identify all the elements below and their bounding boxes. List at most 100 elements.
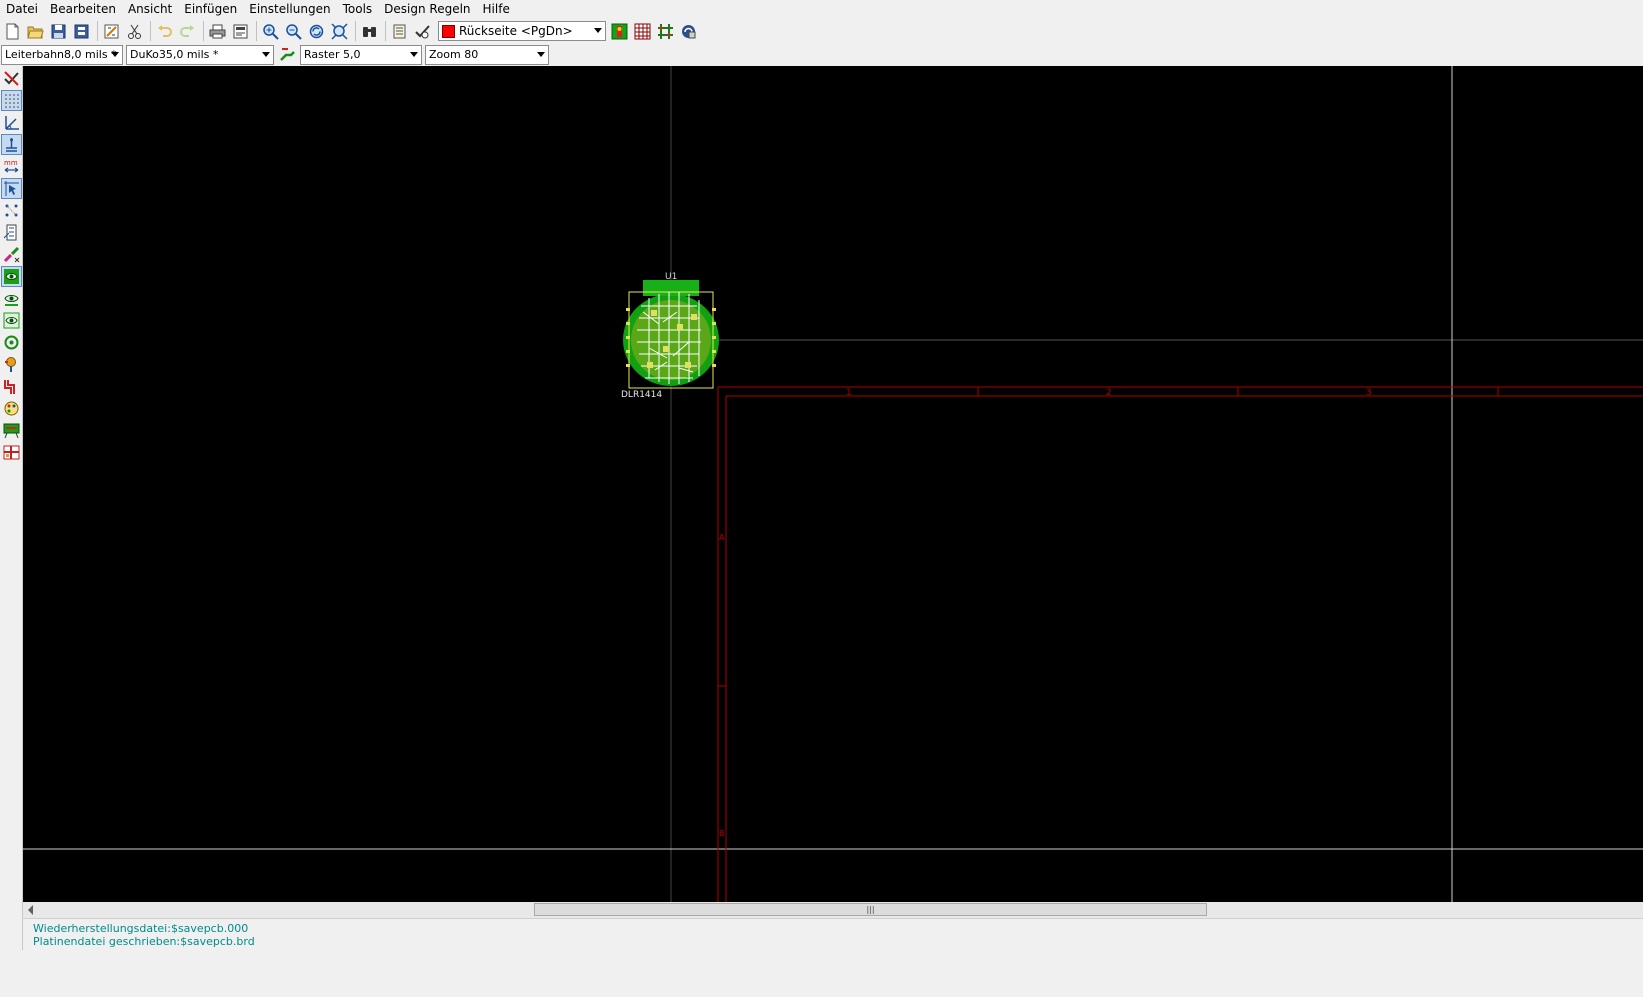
grid-dots-icon	[5, 94, 19, 108]
frame-row-label: B	[719, 829, 725, 838]
footprint-u1[interactable]	[623, 280, 719, 389]
via-sketch-icon	[5, 357, 16, 372]
autoroute-icon	[658, 23, 673, 39]
netlist-grid-icon	[634, 23, 651, 39]
module-ratsnest-icon	[3, 224, 17, 241]
zone-outline-toggle[interactable]	[1, 288, 22, 309]
frame-column-label: 2	[1106, 388, 1112, 398]
frame-row-label: A	[719, 533, 725, 542]
redraw-button[interactable]	[306, 21, 327, 42]
chevron-down-icon	[111, 51, 119, 57]
print-button[interactable]	[207, 21, 228, 42]
track-width-select[interactable]: Leiterbahn8,0 mils *	[1, 44, 123, 65]
chevron-down-icon	[537, 51, 545, 57]
plot-button[interactable]	[230, 21, 251, 42]
auto-delete-track-toggle[interactable]	[1, 244, 22, 265]
drc-off-toggle[interactable]	[1, 68, 22, 89]
save-button[interactable]	[48, 21, 69, 42]
page-settings-button[interactable]	[101, 21, 122, 42]
zoom-out-button[interactable]	[283, 21, 304, 42]
undo-button[interactable]	[154, 21, 175, 42]
component-value[interactable]: DLR1414	[621, 390, 662, 400]
layer-pair-icon	[611, 23, 628, 39]
page-frame	[717, 386, 1643, 902]
units-mm-toggle[interactable]: mm	[1, 156, 22, 177]
high-contrast-toggle[interactable]	[1, 398, 22, 419]
read-netlist-button[interactable]	[632, 21, 653, 42]
via-size-value: DuKo35,0 mils *	[130, 48, 219, 61]
zone-sketch-toggle[interactable]	[1, 310, 22, 331]
script-button[interactable]	[678, 21, 699, 42]
auto-track-width-button[interactable]	[277, 44, 297, 65]
track-width-value: Leiterbahn8,0 mils *	[5, 48, 117, 61]
cursor-arrow-icon	[4, 181, 19, 196]
autoroute-button[interactable]	[655, 21, 676, 42]
zone-display-toggle[interactable]	[1, 266, 22, 287]
via-size-select[interactable]: DuKo35,0 mils *	[126, 44, 274, 65]
polar-coords-toggle[interactable]	[1, 112, 22, 133]
menu-datei[interactable]: Datei	[0, 0, 44, 18]
menu-einstellungen[interactable]: Einstellungen	[243, 0, 336, 18]
save-as-button[interactable]	[71, 21, 92, 42]
auto-delete-track-icon	[3, 246, 20, 263]
layers-manager-toggle[interactable]	[1, 420, 22, 441]
pcb-drawing: 1 2 3 A B U1 DLR1414	[23, 66, 1643, 902]
toolbar-separator	[97, 21, 98, 41]
zone-fill-icon	[4, 269, 19, 284]
redo-button[interactable]	[177, 21, 198, 42]
pcb-canvas[interactable]: 1 2 3 A B U1 DLR1414	[23, 66, 1643, 902]
script-icon	[682, 24, 696, 38]
menu-bearbeiten[interactable]: Bearbeiten	[44, 0, 122, 18]
binoculars-icon	[363, 26, 376, 37]
netlist-icon	[393, 24, 406, 38]
zoom-in-button[interactable]	[260, 21, 281, 42]
scroll-left-arrow-icon[interactable]	[28, 905, 33, 915]
menu-bar: Datei Bearbeiten Ansicht Einfügen Einste…	[0, 0, 1643, 18]
polar-coords-icon	[5, 116, 19, 130]
options-toolbar: Leiterbahn8,0 mils * DuKo35,0 mils * Ras…	[0, 43, 1643, 66]
menu-hilfe[interactable]: Hilfe	[477, 0, 516, 18]
drc-button[interactable]	[412, 21, 433, 42]
zoom-select[interactable]: Zoom 80	[425, 44, 549, 65]
layer-pair-button[interactable]	[609, 21, 630, 42]
main-toolbar: Rückseite <PgDn>	[0, 19, 1643, 43]
grid-select[interactable]: Raster 5,0	[300, 44, 422, 65]
menu-ansicht[interactable]: Ansicht	[122, 0, 178, 18]
toolbar-separator	[256, 21, 257, 41]
module-ratsnest-toggle[interactable]	[1, 222, 22, 243]
layer-color-swatch	[442, 24, 455, 38]
ratsnest-toggle[interactable]	[1, 200, 22, 221]
chevron-down-icon	[594, 28, 602, 33]
redraw-icon	[309, 24, 324, 38]
menu-design-regeln[interactable]: Design Regeln	[378, 0, 476, 18]
pad-sketch-toggle[interactable]	[1, 332, 22, 353]
find-button[interactable]	[359, 21, 380, 42]
active-layer-select[interactable]: Rückseite <PgDn>	[438, 21, 606, 41]
scrollbar-thumb[interactable]: |||	[534, 903, 1207, 916]
undo-icon	[158, 24, 172, 37]
track-sketch-toggle[interactable]	[1, 376, 22, 397]
zoom-value: Zoom 80	[429, 48, 479, 61]
zone-sketch-icon	[3, 312, 20, 329]
zoom-in-icon	[263, 23, 279, 40]
component-reference[interactable]: U1	[665, 272, 677, 282]
message-panel: Wiederherstellungsdatei:$savepcb.000 Pla…	[23, 918, 1643, 950]
zoom-fit-button[interactable]	[329, 21, 350, 42]
options-vertical-toolbar: mm	[0, 66, 23, 950]
via-sketch-toggle[interactable]	[1, 354, 22, 375]
cut-button[interactable]	[124, 21, 145, 42]
grid-toggle[interactable]	[1, 90, 22, 111]
toolbar-separator	[385, 21, 386, 41]
units-inch-toggle[interactable]	[1, 134, 22, 155]
microwave-toolbar-toggle[interactable]	[1, 442, 22, 463]
cursor-shape-toggle[interactable]	[1, 178, 22, 199]
toolbar-separator	[203, 21, 204, 41]
bottom-area	[0, 950, 1643, 997]
horizontal-scrollbar[interactable]: |||	[23, 902, 1643, 918]
plot-icon	[233, 24, 248, 38]
menu-einfuegen[interactable]: Einfügen	[178, 0, 243, 18]
netlist-button[interactable]	[389, 21, 410, 42]
open-board-button[interactable]	[25, 21, 46, 42]
new-board-button[interactable]	[2, 21, 23, 42]
menu-tools[interactable]: Tools	[337, 0, 379, 18]
